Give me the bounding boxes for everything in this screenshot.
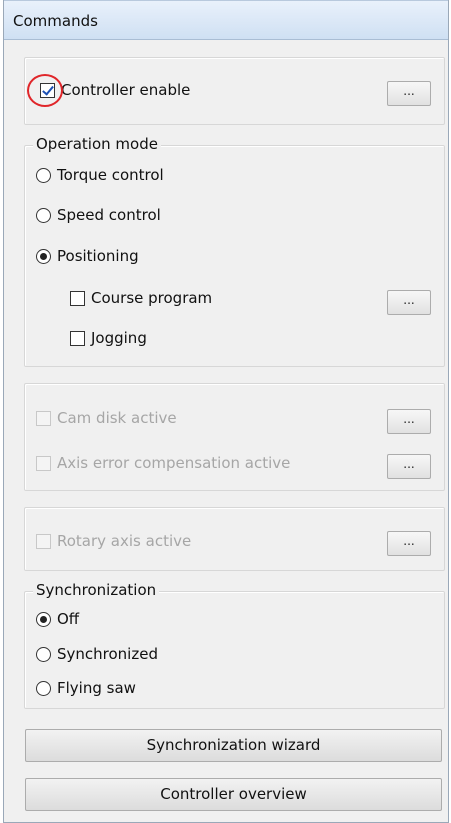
course-program-checkbox[interactable]	[70, 290, 85, 306]
speed-control-label: Speed control	[57, 206, 161, 224]
jogging-label: Jogging	[91, 329, 147, 347]
axis-error-label: Axis error compensation active	[57, 454, 291, 472]
course-program-label: Course program	[91, 289, 213, 307]
rotary-axis-row: Rotary axis active	[36, 530, 191, 552]
course-program-more-button[interactable]: ...	[387, 290, 431, 315]
speed-control-radio[interactable]	[36, 207, 51, 223]
operation-mode-legend: Operation mode	[33, 135, 161, 153]
synchronization-wizard-button[interactable]: Synchronization wizard	[25, 729, 442, 762]
controller-overview-button[interactable]: Controller overview	[25, 778, 442, 811]
cam-group	[24, 383, 445, 491]
torque-control-label: Torque control	[57, 166, 164, 184]
cam-disk-row: Cam disk active	[36, 407, 177, 429]
rotary-axis-checkbox	[36, 533, 51, 549]
axis-error-more-button[interactable]: ...	[387, 454, 431, 479]
cam-disk-label: Cam disk active	[57, 409, 177, 427]
axis-error-row: Axis error compensation active	[36, 452, 290, 474]
synchronized-label: Synchronized	[57, 645, 158, 663]
synchronized-radio[interactable]	[36, 646, 51, 662]
flying-saw-label: Flying saw	[57, 679, 136, 697]
sync-off-radio[interactable]	[36, 611, 51, 627]
radio-off[interactable]: Off	[36, 608, 79, 630]
rotary-axis-label: Rotary axis active	[57, 532, 192, 550]
flying-saw-radio[interactable]	[36, 680, 51, 696]
sync-off-label: Off	[57, 610, 80, 628]
cam-disk-checkbox	[36, 410, 51, 426]
radio-torque-control[interactable]: Torque control	[36, 164, 164, 186]
positioning-radio[interactable]	[36, 248, 51, 264]
controller-enable-label: Controller enable	[61, 81, 191, 99]
course-program-row[interactable]: Course program	[70, 287, 212, 309]
panel-title-bar: Commands	[4, 0, 448, 40]
controller-enable-checkbox[interactable]	[40, 82, 55, 98]
jogging-checkbox[interactable]	[70, 330, 85, 346]
radio-synchronized[interactable]: Synchronized	[36, 643, 158, 665]
jogging-row[interactable]: Jogging	[70, 327, 147, 349]
radio-speed-control[interactable]: Speed control	[36, 204, 161, 226]
radio-flying-saw[interactable]: Flying saw	[36, 677, 136, 699]
commands-panel: Commands Controller enable ... Operation…	[3, 0, 449, 823]
controller-enable-more-button[interactable]: ...	[387, 81, 431, 106]
torque-control-radio[interactable]	[36, 167, 51, 183]
controller-enable-row[interactable]: Controller enable	[40, 79, 190, 101]
rotary-axis-more-button[interactable]: ...	[387, 531, 431, 556]
positioning-label: Positioning	[57, 247, 139, 265]
axis-error-checkbox	[36, 455, 51, 471]
panel-title: Commands	[13, 12, 98, 30]
radio-positioning[interactable]: Positioning	[36, 245, 139, 267]
cam-disk-more-button[interactable]: ...	[387, 409, 431, 434]
synchronization-legend: Synchronization	[33, 581, 160, 599]
